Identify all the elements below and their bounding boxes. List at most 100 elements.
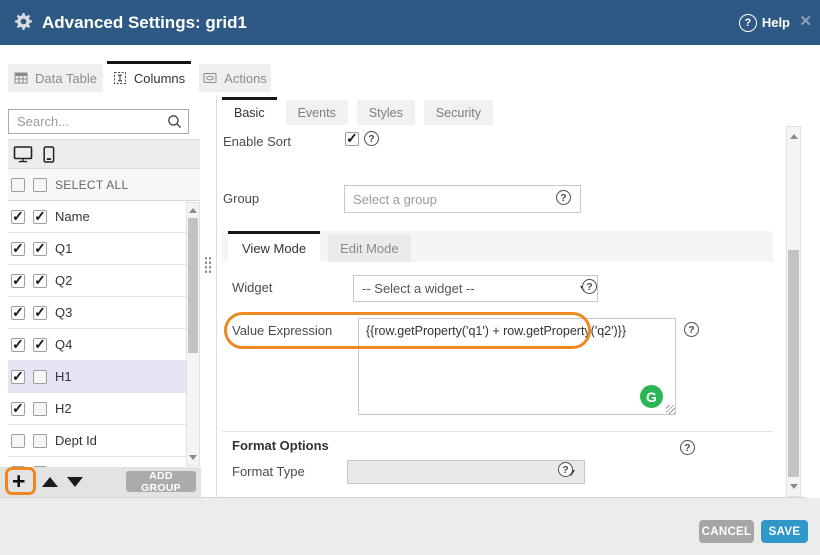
scroll-down-icon[interactable] <box>189 455 197 460</box>
mobile-checkbox[interactable] <box>33 210 47 224</box>
group-select[interactable]: Select a group <box>344 185 581 213</box>
format-type-select[interactable] <box>347 460 585 484</box>
tab-view-mode[interactable]: View Mode <box>228 231 320 262</box>
desktop-checkbox[interactable] <box>11 210 25 224</box>
column-row[interactable]: Q4 <box>8 329 200 361</box>
mobile-checkbox[interactable] <box>33 434 47 448</box>
search-input[interactable] <box>9 114 165 129</box>
column-label: Q1 <box>55 241 72 256</box>
widget-help-icon[interactable]: ? <box>582 279 597 294</box>
column-label: Q3 <box>55 305 72 320</box>
grammarly-icon[interactable]: G <box>640 385 663 408</box>
column-row[interactable]: H2 <box>8 393 200 425</box>
textarea-resize-handle[interactable] <box>666 405 675 414</box>
column-label: Q2 <box>55 273 72 288</box>
enable-sort-help-icon[interactable]: ? <box>364 131 379 146</box>
column-row[interactable]: Name <box>8 201 200 233</box>
column-label: Name <box>55 209 90 224</box>
scroll-down-icon[interactable] <box>790 484 798 489</box>
scroll-up-icon[interactable] <box>189 208 197 213</box>
tab-styles[interactable]: Styles <box>357 100 415 125</box>
tab-basic[interactable]: Basic <box>222 97 277 125</box>
mobile-checkbox[interactable] <box>33 306 47 320</box>
group-help-icon[interactable]: ? <box>556 190 571 205</box>
column-row[interactable]: Q1 <box>8 233 200 265</box>
desktop-checkbox[interactable] <box>11 306 25 320</box>
search-box <box>8 109 189 134</box>
help-label: Help <box>762 15 790 30</box>
column-row[interactable]: Budget <box>8 457 200 467</box>
format-options-label: Format Options <box>232 438 329 453</box>
panel-splitter-handle[interactable] <box>204 256 212 275</box>
tab-columns[interactable]: Columns <box>107 61 191 92</box>
mobile-checkbox[interactable] <box>33 338 47 352</box>
dialog-footer <box>0 498 820 555</box>
desktop-icon[interactable] <box>13 146 34 163</box>
column-row[interactable]: Q2 <box>8 265 200 297</box>
tab-actions[interactable]: Actions <box>199 64 271 92</box>
scroll-up-icon[interactable] <box>790 134 798 139</box>
cancel-button[interactable]: CANCEL <box>699 520 754 543</box>
save-button[interactable]: SAVE <box>761 520 808 543</box>
tab-label: Columns <box>134 71 185 86</box>
tab-security[interactable]: Security <box>424 100 493 125</box>
scrollbar-thumb[interactable] <box>188 218 198 353</box>
dialog-title: Advanced Settings: grid1 <box>42 0 247 45</box>
column-label: Q4 <box>55 337 72 352</box>
enable-sort-label: Enable Sort <box>223 134 291 149</box>
tab-data-table[interactable]: Data Table <box>8 64 103 92</box>
panel-tabs: Basic Events Styles Security <box>222 97 493 125</box>
format-type-label: Format Type <box>232 464 305 479</box>
column-row[interactable]: Dept Id <box>8 425 200 457</box>
help-icon: ? <box>739 14 757 32</box>
tab-edit-mode[interactable]: Edit Mode <box>328 234 411 262</box>
format-type-help-icon[interactable]: ? <box>558 462 573 477</box>
desktop-checkbox[interactable] <box>11 338 25 352</box>
desktop-checkbox[interactable] <box>11 274 25 288</box>
widget-label: Widget <box>232 280 272 295</box>
mobile-checkbox[interactable] <box>33 402 47 416</box>
tab-label: Actions <box>224 71 267 86</box>
format-options-help-icon[interactable]: ? <box>680 440 695 455</box>
add-column-button[interactable]: + <box>12 468 25 495</box>
mobile-checkbox[interactable] <box>33 274 47 288</box>
actions-icon <box>203 71 217 85</box>
panel-scrollbar[interactable] <box>786 126 801 497</box>
select-all-row[interactable]: SELECT ALL <box>8 169 200 201</box>
value-expression-label: Value Expression <box>232 323 332 338</box>
panel-divider <box>216 95 217 497</box>
move-down-button[interactable] <box>67 477 83 487</box>
scrollbar-thumb[interactable] <box>788 250 799 477</box>
help-button[interactable]: ? Help <box>739 0 790 45</box>
column-label: H1 <box>55 369 72 384</box>
column-list: Name Q1 Q2 Q3 Q4 H1 H2Dept IdBudget <box>8 201 200 467</box>
close-icon[interactable]: ✕ <box>799 14 812 29</box>
select-all-desktop-checkbox[interactable] <box>11 178 25 192</box>
value-expression-help-icon[interactable]: ? <box>684 322 699 337</box>
column-row[interactable]: H1 <box>8 361 200 393</box>
desktop-checkbox[interactable] <box>11 434 25 448</box>
desktop-checkbox[interactable] <box>11 402 25 416</box>
widget-select[interactable]: -- Select a widget -- <box>353 275 598 302</box>
select-all-mobile-checkbox[interactable] <box>33 178 47 192</box>
device-filter-row <box>8 139 200 169</box>
tab-label: Data Table <box>35 71 97 86</box>
move-up-button[interactable] <box>42 477 58 487</box>
column-list-scrollbar[interactable] <box>186 202 200 466</box>
mobile-checkbox[interactable] <box>33 370 47 384</box>
select-all-label: SELECT ALL <box>55 178 129 192</box>
search-icon[interactable] <box>167 114 182 129</box>
desktop-checkbox[interactable] <box>11 242 25 256</box>
tab-events[interactable]: Events <box>286 100 348 125</box>
mobile-icon[interactable] <box>43 146 55 163</box>
desktop-checkbox[interactable] <box>11 370 25 384</box>
group-label: Group <box>223 191 259 206</box>
enable-sort-checkbox[interactable] <box>345 132 359 146</box>
format-options-divider <box>222 431 773 432</box>
mobile-checkbox[interactable] <box>33 242 47 256</box>
column-row[interactable]: Q3 <box>8 297 200 329</box>
dialog-titlebar: Advanced Settings: grid1 ? Help ✕ <box>0 0 820 45</box>
columns-icon <box>113 71 127 85</box>
add-group-button[interactable]: ADD GROUP <box>126 471 196 492</box>
value-expression-textarea[interactable]: {{row.getProperty('q1') + row.getPropert… <box>358 318 676 415</box>
